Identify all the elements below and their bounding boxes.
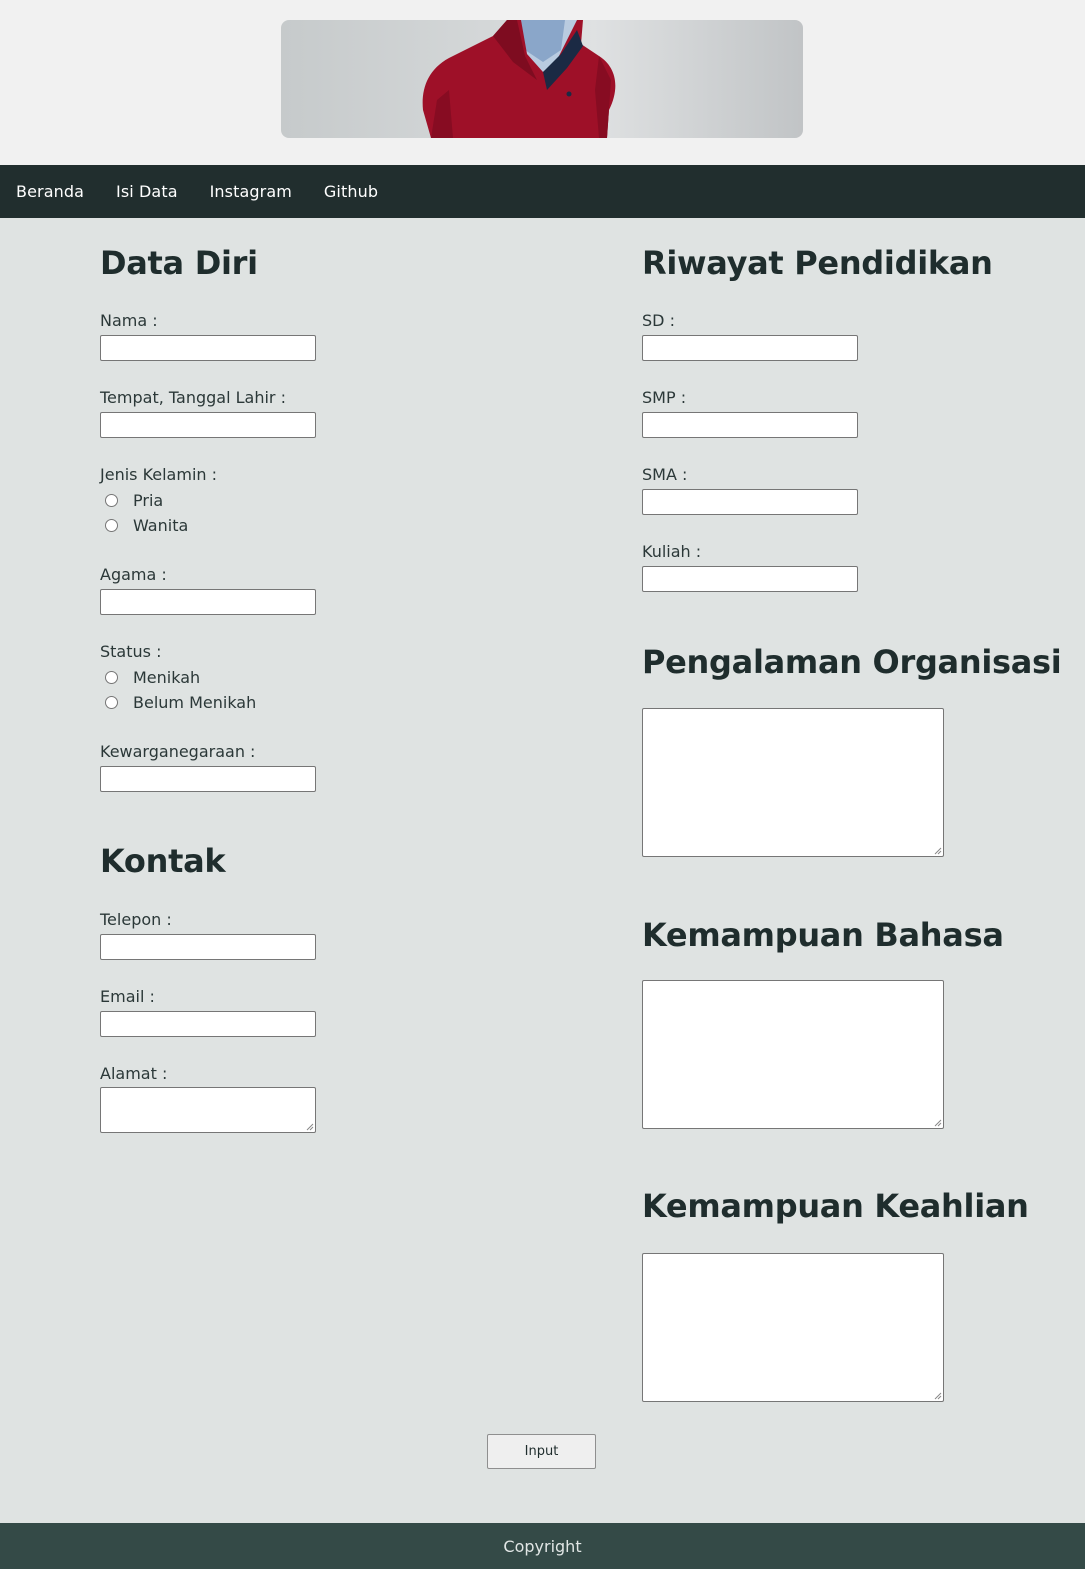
resize-grip-icon[interactable]: [933, 1391, 942, 1400]
nav-link-beranda[interactable]: Beranda: [16, 182, 84, 201]
radio-option-wanita[interactable]: Wanita: [100, 515, 188, 535]
agama-label: Agama :: [100, 565, 167, 584]
radio-label-belum-menikah: Belum Menikah: [133, 692, 257, 712]
kuliah-input[interactable]: [642, 566, 858, 592]
section-title-riwayat-pendidikan: Riwayat Pendidikan: [642, 244, 993, 282]
footer-copyright: Copyright: [503, 1536, 582, 1556]
resize-grip-icon[interactable]: [933, 1118, 942, 1127]
bahasa-textarea[interactable]: [642, 980, 944, 1129]
footer: Copyright: [0, 1523, 1085, 1569]
nav-link-github[interactable]: Github: [324, 182, 378, 201]
section-title-kontak: Kontak: [100, 842, 226, 880]
alamat-label: Alamat :: [100, 1064, 168, 1083]
radio-option-pria[interactable]: Pria: [100, 490, 163, 510]
section-title-data-diri: Data Diri: [100, 244, 258, 282]
radio-menikah[interactable]: [105, 670, 118, 684]
resize-grip-icon[interactable]: [305, 1122, 314, 1131]
header: [0, 0, 1085, 165]
kuliah-label: Kuliah :: [642, 542, 702, 561]
email-input[interactable]: [100, 1011, 316, 1037]
radio-label-pria: Pria: [133, 490, 164, 510]
input-submit-button[interactable]: Input: [487, 1434, 596, 1469]
section-title-kemampuan-keahlian: Kemampuan Keahlian: [642, 1187, 1029, 1225]
telepon-label: Telepon :: [100, 910, 172, 929]
sd-input[interactable]: [642, 335, 858, 361]
radio-option-belum-menikah[interactable]: Belum Menikah: [100, 692, 256, 712]
radio-belum-menikah[interactable]: [105, 695, 118, 709]
radio-wanita[interactable]: [105, 518, 118, 532]
sma-input[interactable]: [642, 489, 858, 515]
main-navbar: Beranda Isi Data Instagram Github: [0, 165, 1085, 218]
ttl-input[interactable]: [100, 412, 316, 438]
profile-banner-image: [281, 20, 803, 138]
nama-input[interactable]: [100, 335, 316, 361]
person-photo: [422, 20, 616, 138]
radio-pria[interactable]: [105, 493, 118, 507]
radio-label-wanita: Wanita: [133, 515, 189, 535]
kewarganegaraan-input[interactable]: [100, 766, 316, 792]
resize-grip-icon[interactable]: [933, 846, 942, 855]
organisasi-textarea[interactable]: [642, 708, 944, 857]
telepon-input[interactable]: [100, 934, 316, 960]
main-content: Data Diri Nama : Tempat, Tanggal Lahir :…: [0, 218, 1085, 1523]
nav-link-instagram[interactable]: Instagram: [210, 182, 292, 201]
section-title-pengalaman-organisasi: Pengalaman Organisasi: [642, 643, 1062, 681]
nav-link-isi-data[interactable]: Isi Data: [116, 182, 178, 201]
email-label: Email :: [100, 987, 155, 1006]
ttl-label: Tempat, Tanggal Lahir :: [100, 388, 286, 407]
smp-input[interactable]: [642, 412, 858, 438]
smp-label: SMP :: [642, 388, 687, 407]
section-title-kemampuan-bahasa: Kemampuan Bahasa: [642, 916, 1004, 954]
kewarganegaraan-label: Kewarganegaraan :: [100, 742, 256, 761]
jenis-kelamin-label: Jenis Kelamin :: [100, 465, 218, 484]
alamat-textarea[interactable]: [100, 1087, 316, 1133]
keahlian-textarea[interactable]: [642, 1253, 944, 1402]
sma-label: SMA :: [642, 465, 688, 484]
status-label: Status :: [100, 642, 162, 661]
nama-label: Nama :: [100, 311, 158, 330]
radio-option-menikah[interactable]: Menikah: [100, 667, 200, 687]
sd-label: SD :: [642, 311, 675, 330]
radio-label-menikah: Menikah: [133, 667, 201, 687]
agama-input[interactable]: [100, 589, 316, 615]
